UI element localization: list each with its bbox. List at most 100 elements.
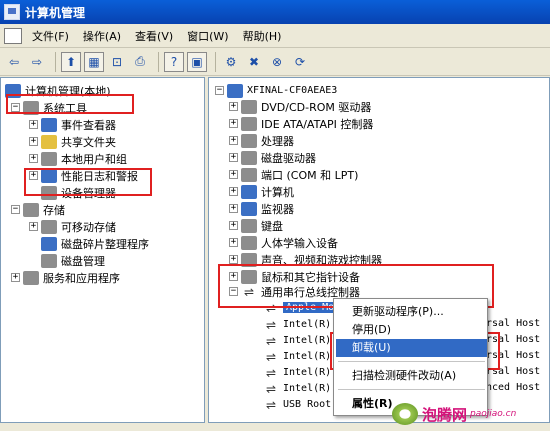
tree-item-storage[interactable]: − 存储 [11,201,65,218]
back-arrow-icon[interactable]: ⇦ [4,52,24,72]
usb-icon: ⇌ [265,381,277,396]
menu-separator [338,389,485,390]
expand-icon[interactable]: + [229,272,238,281]
scan-hardware-icon[interactable]: ⚙ [221,52,241,72]
tree-item-system-tools[interactable]: − 系统工具 [11,99,87,116]
tree-item-event-viewer[interactable]: + 事件查看器 [29,116,116,133]
expand-icon[interactable]: + [229,255,238,264]
port-icon [241,167,257,182]
expand-icon[interactable]: + [229,221,238,230]
users-icon [41,151,57,166]
tree-item-removable-storage[interactable]: + 可移动存储 [29,218,116,235]
usb-icon: ⇌ [265,300,277,315]
toolbar: ⇦ ⇨ ⬆ ▦ ⊡ ⎙ ? ▣ ⚙ ✖ ⊗ ⟳ [0,48,550,76]
menu-view[interactable]: 查看(V) [131,28,183,44]
tree-item-root[interactable]: 计算机管理(本地) [5,82,111,99]
collapse-icon[interactable]: − [11,205,20,214]
computer-management-icon [4,4,20,20]
context-menu: 更新驱动程序(P)... 停用(D) 卸载(U) 扫描检测硬件改动(A) 属性(… [333,298,488,416]
expand-icon[interactable]: + [29,154,38,163]
expand-icon[interactable]: + [29,120,38,129]
device-category[interactable]: + 声音、视频和游戏控制器 [229,251,382,268]
expand-icon[interactable]: + [229,238,238,247]
title-bar: 计算机管理 [0,0,550,24]
tree-item-local-users[interactable]: + 本地用户和组 [29,150,127,167]
expand-icon[interactable]: + [29,137,38,146]
tree-item-defrag[interactable]: 磁盘碎片整理程序 [41,235,149,252]
usb-icon: ⇌ [265,333,277,348]
computer-icon [5,83,21,98]
tree-item-device-manager[interactable]: 设备管理器 [41,184,116,201]
device-category[interactable]: + 监视器 [229,200,294,217]
dvd-drive-icon [241,99,257,114]
device-category[interactable]: + 处理器 [229,132,294,149]
usb-device[interactable]: ⇌ Intel(R) [263,380,331,397]
menu-separator [338,361,485,362]
expand-icon[interactable]: + [229,119,238,128]
forward-arrow-icon[interactable]: ⇨ [27,52,47,72]
usb-icon: ⇌ [243,284,255,299]
window-system-menu-icon[interactable] [4,27,22,44]
tree-item-services[interactable]: + 服务和应用程序 [11,269,120,286]
event-viewer-icon [41,117,57,132]
device-category[interactable]: + 端口 (COM 和 LPT) [229,166,358,183]
expand-icon[interactable]: + [229,102,238,111]
device-category[interactable]: + 计算机 [229,183,294,200]
menu-item-scan-hardware[interactable]: 扫描检测硬件改动(A) [336,367,487,385]
usb-device[interactable]: ⇌ Intel(R) [263,316,331,333]
device-category[interactable]: + IDE ATA/ATAPI 控制器 [229,115,373,132]
menu-file[interactable]: 文件(F) [28,28,79,44]
device-category[interactable]: + DVD/CD-ROM 驱动器 [229,98,371,115]
expand-icon[interactable]: + [229,187,238,196]
shared-folder-icon [41,134,57,149]
show-pane-icon[interactable]: ▣ [187,51,207,72]
menu-item-disable[interactable]: 停用(D) [336,321,487,339]
properties-icon[interactable]: ⊡ [107,52,127,72]
watermark: 泡腾网 paojiao.cn [392,400,550,428]
usb-device-text-overflow: rsal Host [486,318,541,329]
ide-controller-icon [241,116,257,131]
menu-item-uninstall[interactable]: 卸载(U) [336,339,487,357]
expand-icon[interactable]: + [29,171,38,180]
usb-icon: ⇌ [265,365,277,380]
tree-item-perf-logs[interactable]: + 性能日志和警报 [29,167,138,184]
menu-help[interactable]: 帮助(H) [239,28,292,44]
expand-icon[interactable]: + [29,222,38,231]
up-level-icon[interactable]: ⬆ [61,51,81,72]
console-tree-pane: 计算机管理(本地) − 系统工具 + 事件查看器 + 共享文件夹 + 本地用户和… [0,77,205,423]
usb-device[interactable]: ⇌ Intel(R) [263,332,331,349]
collapse-icon[interactable]: − [229,287,238,296]
uninstall-icon[interactable]: ✖ [244,52,264,72]
usb-device[interactable]: ⇌ Intel(R) [263,348,331,365]
help-icon[interactable]: ? [164,51,184,72]
expand-icon[interactable]: + [229,170,238,179]
watermark-logo-icon [392,403,418,425]
show-tree-icon[interactable]: ▦ [84,51,104,72]
menu-item-update-driver[interactable]: 更新驱动程序(P)... [336,303,487,321]
watermark-brand: 泡腾网 [422,405,468,424]
print-icon[interactable]: ⎙ [130,52,150,72]
device-tree-computer[interactable]: − XFINAL-CF0AEAE3 [215,82,337,99]
device-category[interactable]: + 键盘 [229,217,283,234]
device-manager-icon [41,185,57,200]
device-category[interactable]: + 磁盘驱动器 [229,149,316,166]
keyboard-icon [241,218,257,233]
update-driver-icon[interactable]: ⟳ [290,52,310,72]
expand-icon[interactable]: + [11,273,20,282]
tree-item-shared-folders[interactable]: + 共享文件夹 [29,133,116,150]
usb-device[interactable]: ⇌ Intel(R) [263,364,331,381]
tree-item-disk-management[interactable]: 磁盘管理 [41,252,105,269]
menu-window[interactable]: 窗口(W) [183,28,238,44]
usb-device[interactable]: ⇌ USB Root [263,396,331,413]
expand-icon[interactable]: + [229,204,238,213]
computer-icon [241,184,257,199]
collapse-icon[interactable]: − [11,103,20,112]
expand-icon[interactable]: + [229,136,238,145]
collapse-icon[interactable]: − [215,86,224,95]
disable-device-icon[interactable]: ⊗ [267,52,287,72]
device-category[interactable]: + 人体学输入设备 [229,234,338,251]
performance-icon [41,168,57,183]
expand-icon[interactable]: + [229,153,238,162]
menu-action[interactable]: 操作(A) [79,28,131,44]
usb-device-text-overflow: nced Host [486,382,541,393]
